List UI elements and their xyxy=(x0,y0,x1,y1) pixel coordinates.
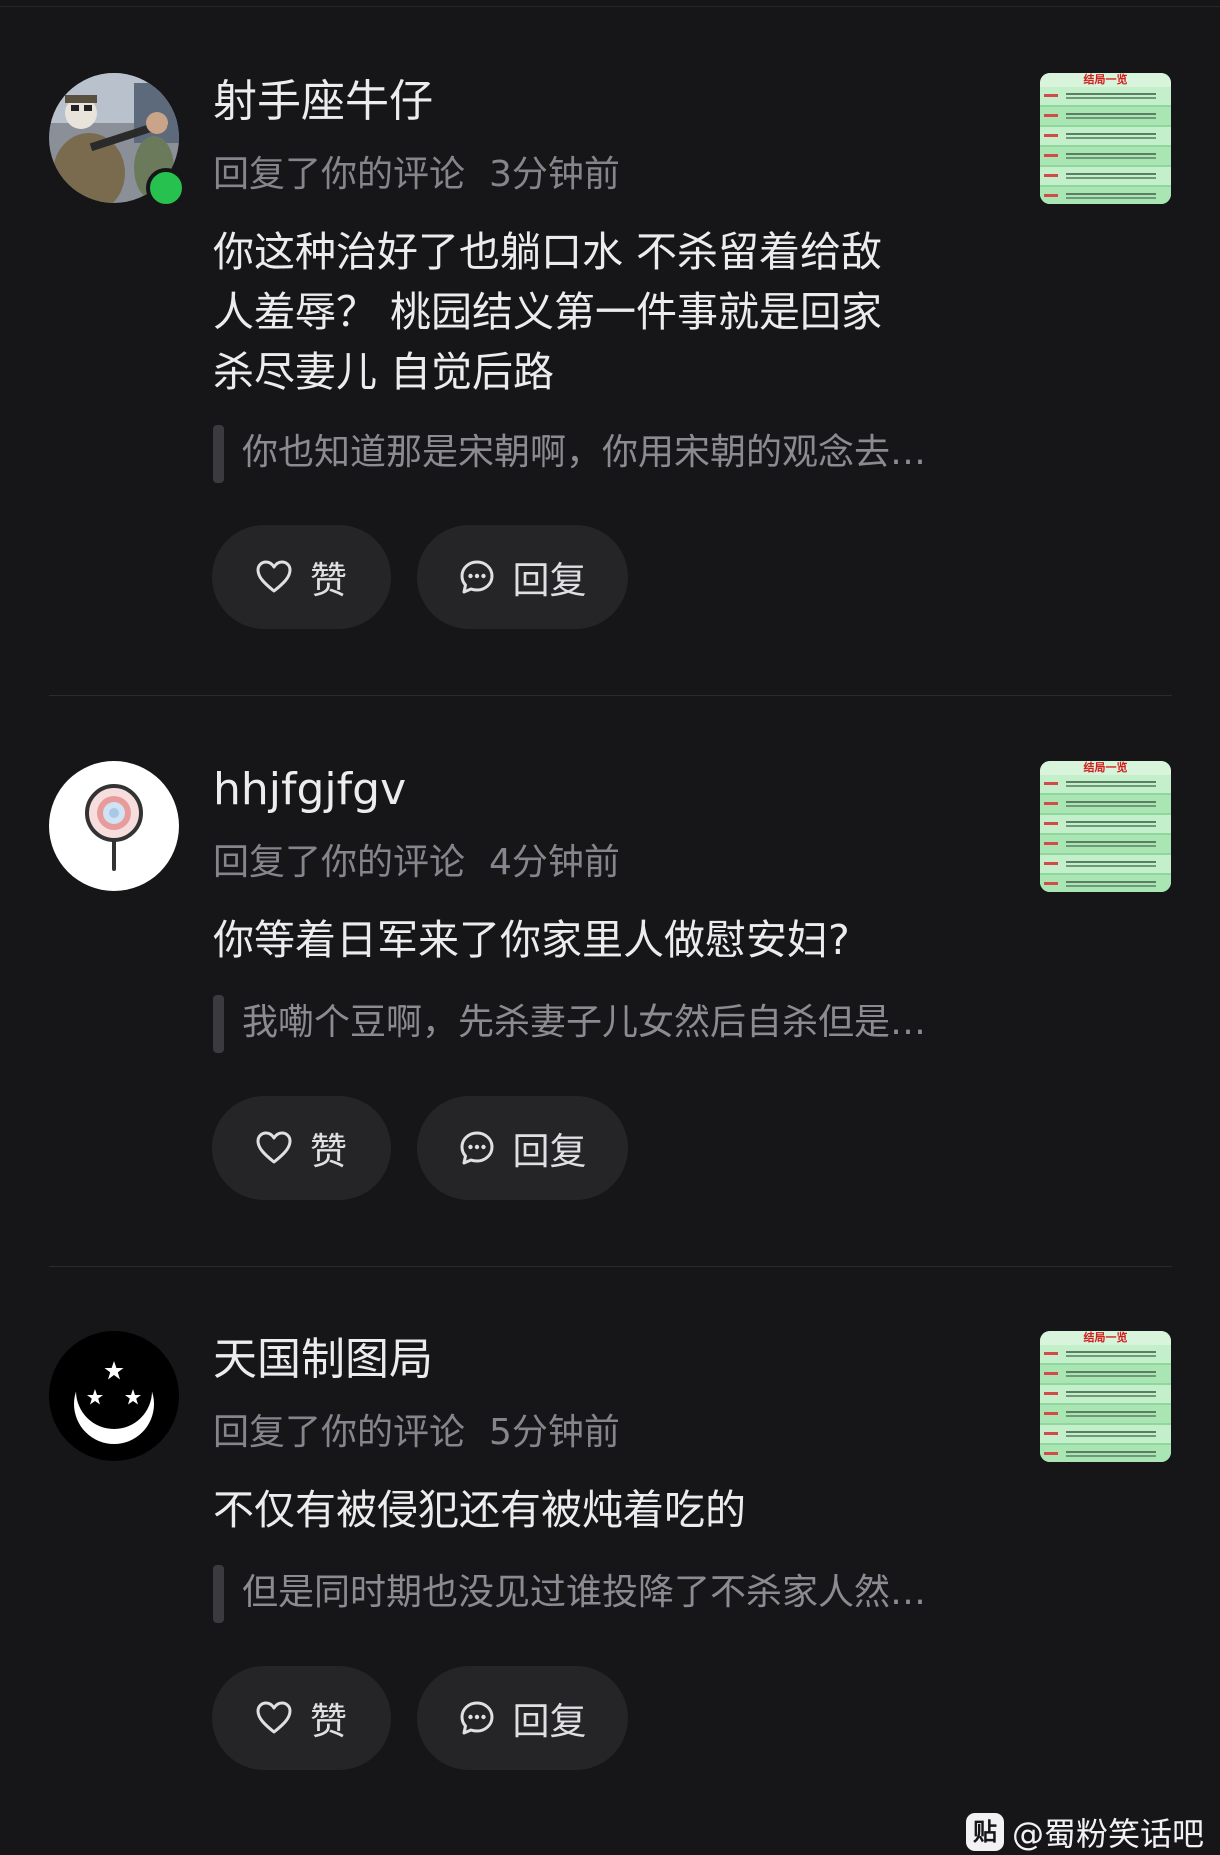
online-status-dot xyxy=(146,168,186,208)
username[interactable]: 射手座牛仔 xyxy=(213,76,433,128)
comment-icon xyxy=(459,559,495,595)
username[interactable]: hhjfgjfgv xyxy=(213,764,406,816)
notification-item[interactable]: 天国制图局 回复了你的评论 5分钟前 不仅有被侵犯还有被炖着吃的 但是同时期也没见… xyxy=(0,1258,1220,1828)
thumbnail-title: 结局一览 xyxy=(1040,761,1171,775)
notification-meta: 回复了你的评论 4分钟前 xyxy=(213,840,620,886)
heart-icon xyxy=(256,560,292,594)
quote-bar xyxy=(213,425,224,483)
post-thumbnail[interactable]: 结局一览 xyxy=(1040,73,1171,204)
lollipop-avatar xyxy=(49,761,179,891)
reply-label: 回复 xyxy=(512,1130,587,1173)
reply-button[interactable]: 回复 xyxy=(417,1666,628,1770)
quoted-comment[interactable]: 你也知道那是宋朝啊，你用宋朝的观念去… xyxy=(213,425,993,483)
comment-icon xyxy=(459,1130,495,1166)
notification-meta: 回复了你的评论 5分钟前 xyxy=(213,1410,620,1456)
reply-line: 不仅有被侵犯还有被炖着吃的 xyxy=(213,1486,746,1534)
watermark-text: @蜀粉笑话吧 xyxy=(1012,1815,1205,1853)
reply-line: 杀尽妻儿 自觉后路 xyxy=(213,348,555,396)
comment-icon xyxy=(459,1700,495,1736)
reply-content[interactable]: 不仅有被侵犯还有被炖着吃的 xyxy=(213,1480,983,1540)
reply-label: 回复 xyxy=(512,559,587,602)
quoted-comment[interactable]: 但是同时期也没见过谁投降了不杀家人然… xyxy=(213,1565,993,1623)
quote-bar xyxy=(213,995,224,1053)
notification-item[interactable]: hhjfgjfgv 回复了你的评论 4分钟前 你等着日军来了你家里人做慰安妇? 我… xyxy=(0,688,1220,1258)
like-label: 赞 xyxy=(310,559,347,602)
like-label: 赞 xyxy=(310,1700,347,1743)
quote-text: 我嘞个豆啊，先杀妻子儿女然后自杀但是… xyxy=(242,1002,927,1043)
reply-line: 人羞辱？ 桃园结义第一件事就是回家 xyxy=(213,288,883,336)
post-thumbnail[interactable]: 结局一览 xyxy=(1040,1331,1171,1462)
timestamp: 3分钟前 xyxy=(489,154,620,195)
timestamp: 4分钟前 xyxy=(489,842,620,883)
reply-content[interactable]: 你等着日军来了你家里人做慰安妇? xyxy=(213,910,983,970)
like-button[interactable]: 赞 xyxy=(212,1666,391,1770)
reply-line: 你等着日军来了你家里人做慰安妇? xyxy=(213,916,850,964)
thumbnail-title: 结局一览 xyxy=(1040,73,1171,87)
action-text: 回复了你的评论 xyxy=(213,1412,466,1453)
thumbnail-title: 结局一览 xyxy=(1040,1331,1171,1345)
post-thumbnail[interactable]: 结局一览 xyxy=(1040,761,1171,892)
quote-text: 但是同时期也没见过谁投降了不杀家人然… xyxy=(242,1572,927,1613)
reply-content[interactable]: 你这种治好了也躺口水 不杀留着给敌 人羞辱？ 桃园结义第一件事就是回家 杀尽妻儿… xyxy=(213,222,983,402)
reply-line: 你这种治好了也躺口水 不杀留着给敌 xyxy=(213,228,883,276)
reply-button[interactable]: 回复 xyxy=(417,525,628,629)
quote-text: 你也知道那是宋朝啊，你用宋朝的观念去… xyxy=(242,432,927,473)
user-avatar[interactable] xyxy=(49,73,186,208)
like-button[interactable]: 赞 xyxy=(212,1096,391,1200)
crescent-stars-avatar xyxy=(49,1331,179,1461)
tieba-logo-icon: 贴 xyxy=(966,1813,1004,1851)
like-label: 赞 xyxy=(310,1130,347,1173)
heart-icon xyxy=(256,1701,292,1735)
reply-label: 回复 xyxy=(512,1700,587,1743)
notification-item[interactable]: 射手座牛仔 回复了你的评论 3分钟前 你这种治好了也躺口水 不杀留着给敌 人羞辱？… xyxy=(0,0,1220,629)
notification-meta: 回复了你的评论 3分钟前 xyxy=(213,152,620,198)
user-avatar[interactable] xyxy=(49,1331,179,1461)
reply-button[interactable]: 回复 xyxy=(417,1096,628,1200)
heart-icon xyxy=(256,1131,292,1165)
quoted-comment[interactable]: 我嘞个豆啊，先杀妻子儿女然后自杀但是… xyxy=(213,995,993,1053)
source-watermark: 贴 @蜀粉笑话吧 xyxy=(966,1810,1204,1854)
username[interactable]: 天国制图局 xyxy=(213,1334,433,1386)
like-button[interactable]: 赞 xyxy=(212,525,391,629)
action-text: 回复了你的评论 xyxy=(213,154,466,195)
user-avatar[interactable] xyxy=(49,761,179,891)
action-text: 回复了你的评论 xyxy=(213,842,466,883)
quote-bar xyxy=(213,1565,224,1623)
timestamp: 5分钟前 xyxy=(489,1412,620,1453)
